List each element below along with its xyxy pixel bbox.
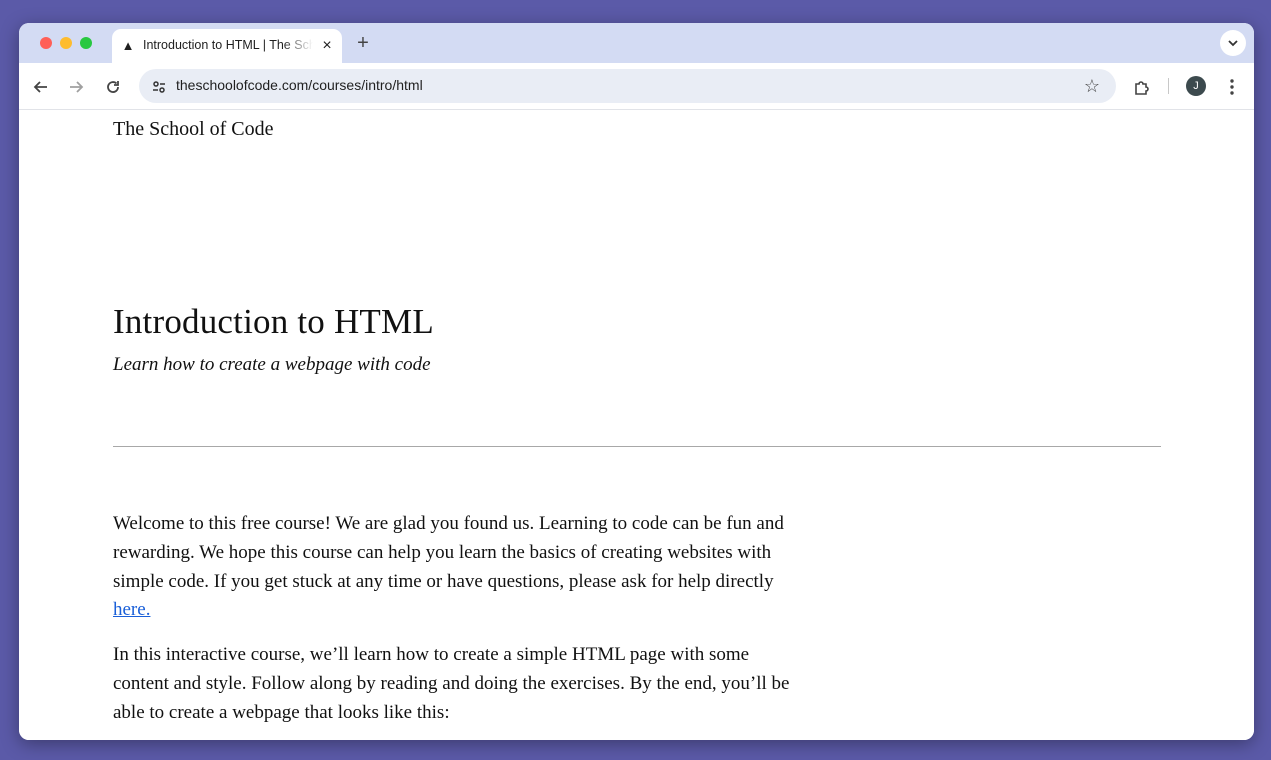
more-vert-icon	[1230, 79, 1234, 95]
site-info-icon[interactable]	[147, 74, 171, 98]
url-text[interactable]: theschoolofcode.com/courses/intro/html	[176, 77, 423, 95]
minimize-window-button[interactable]	[60, 37, 72, 49]
browser-menu-button[interactable]	[1220, 74, 1244, 98]
intro-paragraph: Welcome to this free course! We are glad…	[113, 510, 793, 625]
tab-search-button[interactable]	[1220, 30, 1246, 56]
tab-strip: ▲ Introduction to HTML | The School of C…	[19, 23, 1254, 63]
active-tab[interactable]: ▲ Introduction to HTML | The School of C…	[112, 29, 342, 63]
extensions-button[interactable]	[1130, 74, 1154, 98]
profile-avatar[interactable]: J	[1186, 76, 1206, 96]
close-window-button[interactable]	[40, 37, 52, 49]
course-description-paragraph: In this interactive course, we’ll learn …	[113, 644, 790, 723]
reload-button[interactable]	[101, 74, 125, 98]
tab-title: Introduction to HTML | The School of Cod…	[143, 38, 313, 52]
back-button[interactable]	[29, 74, 53, 98]
forward-button[interactable]	[64, 74, 88, 98]
browser-window: ▲ Introduction to HTML | The School of C…	[19, 23, 1254, 740]
tune-icon	[153, 81, 165, 94]
help-link[interactable]: here.	[113, 599, 150, 620]
page-title: Introduction to HTML	[113, 302, 434, 341]
close-tab-icon[interactable]: ×	[318, 37, 336, 55]
puzzle-icon	[1135, 81, 1149, 96]
page-subtitle: Learn how to create a webpage with code	[113, 354, 431, 375]
site-name[interactable]: The School of Code	[113, 118, 274, 141]
browser-toolbar: theschoolofcode.com/courses/intro/html ☆…	[19, 63, 1254, 110]
divider	[113, 446, 1161, 447]
maximize-window-button[interactable]	[80, 37, 92, 49]
new-tab-button[interactable]: +	[352, 32, 374, 54]
address-bar[interactable]: theschoolofcode.com/courses/intro/html ☆	[139, 69, 1116, 103]
forward-arrow-icon	[70, 81, 84, 93]
toolbar-divider	[1168, 78, 1169, 94]
back-arrow-icon	[33, 81, 47, 93]
page-content: The School of Code Introduction to HTML …	[19, 110, 1254, 740]
rocket-icon: ▲	[121, 38, 135, 53]
intro-text: Welcome to this free course! We are glad…	[113, 513, 784, 592]
bookmark-star-icon[interactable]: ☆	[1080, 74, 1104, 98]
chevron-down-icon	[1228, 40, 1238, 47]
reload-icon	[107, 81, 119, 94]
